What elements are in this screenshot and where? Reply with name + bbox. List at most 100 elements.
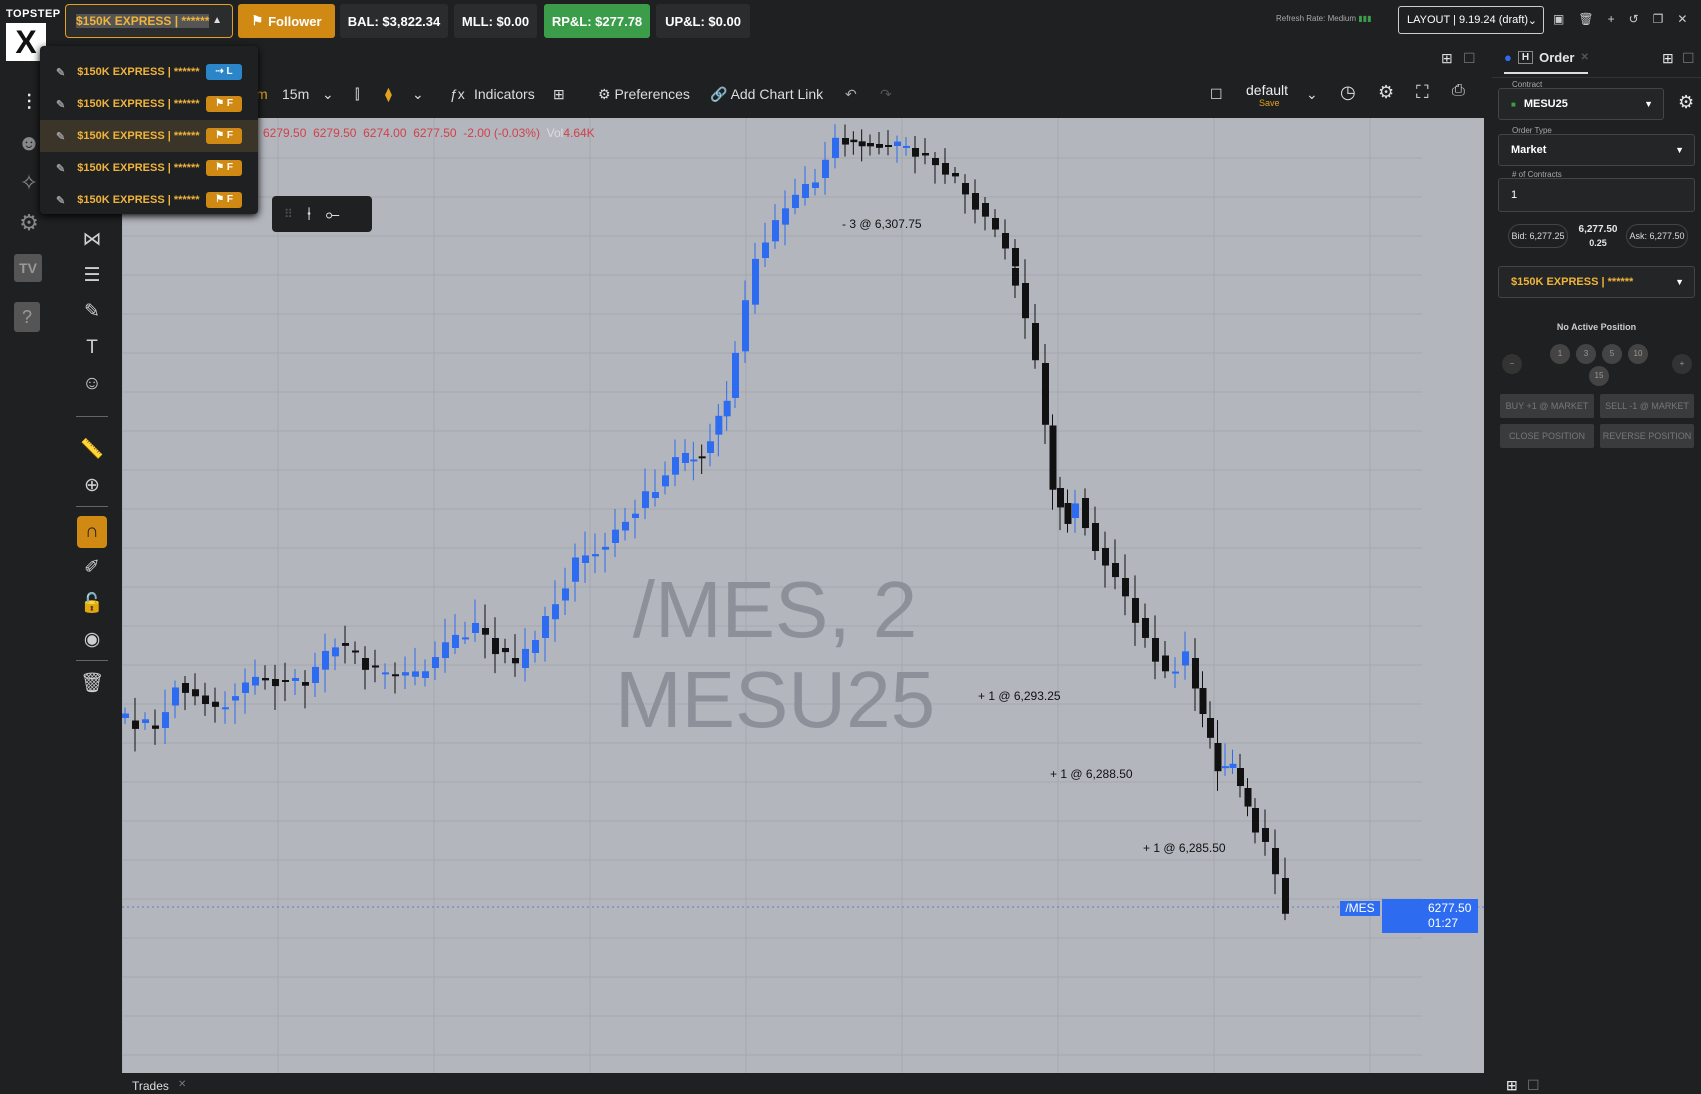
save-icon[interactable]: ▣	[1553, 12, 1564, 26]
gear-icon[interactable]: ⚙	[1678, 92, 1694, 113]
template-selector[interactable]: default	[1246, 82, 1288, 98]
replay-icon[interactable]: ◷	[1340, 82, 1356, 103]
help-icon[interactable]: ?	[14, 302, 40, 332]
candle-body	[322, 650, 329, 670]
follower-button[interactable]: ⚑ Follower	[238, 4, 335, 38]
drag-handle-icon[interactable]: ⠿	[284, 207, 293, 221]
close-icon[interactable]: ✕	[1677, 12, 1687, 26]
layout-selector[interactable]: LAYOUT | 9.19.24 (draft) ⌄	[1398, 6, 1544, 34]
close-icon[interactable]: ✕	[1581, 52, 1589, 63]
trades-tab[interactable]: Trades	[132, 1079, 169, 1093]
eye-icon[interactable]: ◉	[72, 624, 112, 656]
plus-icon[interactable]: ⊞	[1662, 50, 1674, 67]
emoji-tool-icon[interactable]: ☺	[72, 368, 112, 400]
camera-icon[interactable]: ⎙	[1452, 82, 1465, 100]
checkbox-icon[interactable]: ☐	[1210, 86, 1223, 103]
plus-icon[interactable]: +	[1672, 354, 1692, 374]
qty-option-label: 15	[1594, 371, 1604, 380]
chevron-down-icon[interactable]: ⌄	[1306, 86, 1318, 103]
undo-icon[interactable]: ↶	[845, 86, 857, 103]
pencil-icon[interactable]: ✎	[56, 130, 65, 143]
account-option-label: $150K EXPRESS | ******	[77, 66, 200, 78]
buy-market-button[interactable]: BUY +1 @ MARKET	[1500, 394, 1594, 418]
account-option[interactable]: ✎ $150K EXPRESS | ****** ⚑ F	[40, 120, 258, 152]
magnet-icon[interactable]: ∩	[77, 516, 107, 548]
pencil-icon[interactable]: ✎	[56, 98, 65, 111]
zoom-in-icon[interactable]: ⊕	[72, 470, 112, 502]
lock-draw-icon[interactable]: ✐	[72, 552, 112, 584]
maximize-icon[interactable]: ☐	[1527, 1077, 1540, 1094]
close-icon[interactable]: ✕	[178, 1079, 186, 1090]
candle-body	[1057, 488, 1064, 508]
account-option[interactable]: ✎ $150K EXPRESS | ****** ⇢ L	[40, 56, 258, 88]
candle-body	[492, 638, 499, 655]
candle-body	[1262, 828, 1269, 842]
pencil-icon[interactable]: ✎	[56, 162, 65, 175]
account-selector[interactable]: $150K EXPRESS | ****** ▲	[65, 4, 233, 38]
qty-option[interactable]: 3	[1576, 344, 1596, 364]
chevron-down-icon[interactable]: ⌄	[412, 86, 424, 103]
add-chart-link-button[interactable]: 🔗 Add Chart Link	[710, 86, 823, 103]
pencil-icon[interactable]: ✎	[56, 194, 65, 207]
fib-tool-icon[interactable]: ☰	[72, 260, 112, 292]
qty-option[interactable]: 15	[1589, 366, 1609, 386]
candle-body	[242, 682, 249, 693]
candle-body	[272, 679, 279, 687]
close-position-label: CLOSE POSITION	[1508, 431, 1586, 441]
fullscreen-icon[interactable]: ⛶	[1416, 82, 1429, 103]
candle-body	[662, 475, 669, 487]
plus-icon[interactable]: ⊞	[1506, 1077, 1518, 1094]
trash-icon[interactable]: 🗑	[72, 668, 112, 700]
candles-icon[interactable]: ⧫	[385, 86, 392, 103]
reverse-position-button[interactable]: REVERSE POSITION	[1600, 424, 1694, 448]
plus-icon[interactable]: +	[1608, 12, 1615, 26]
minus-icon[interactable]: −	[1502, 354, 1522, 374]
horizontal-ray-icon[interactable]: ⟜	[325, 204, 339, 225]
grid-icon[interactable]: ⊞	[553, 86, 565, 103]
indicators-button[interactable]: Indicators	[474, 86, 535, 102]
trash-icon[interactable]: 🗑	[1578, 12, 1593, 26]
window-icon[interactable]: ❐	[1653, 12, 1664, 26]
account-option[interactable]: ✎ $150K EXPRESS | ****** ⚑ F	[40, 152, 258, 184]
candle-body	[682, 452, 689, 463]
contracts-input[interactable]: 1	[1498, 178, 1695, 212]
candle-body	[1002, 233, 1009, 249]
template-save[interactable]: Save	[1259, 98, 1280, 108]
interval-selector[interactable]: 15m	[282, 86, 309, 102]
maximize-icon[interactable]: ☐	[1463, 50, 1476, 67]
order-account-select[interactable]: $150K EXPRESS | ****** ▼	[1498, 266, 1695, 298]
unlock-icon[interactable]: 🔓	[72, 588, 112, 620]
qty-option-label: 10	[1633, 349, 1643, 358]
close-position-button[interactable]: CLOSE POSITION	[1500, 424, 1594, 448]
chevron-down-icon[interactable]: ⌄	[322, 86, 334, 103]
pattern-tool-icon[interactable]: ⋈	[72, 224, 112, 256]
preferences-button[interactable]: ⚙ Preferences	[598, 86, 690, 103]
bar-type-icon[interactable]: ⫿	[355, 86, 359, 103]
maximize-icon[interactable]: ☐	[1682, 50, 1695, 67]
qty-option[interactable]: 10	[1628, 344, 1648, 364]
tab-underline	[1504, 72, 1588, 74]
pencil-icon[interactable]: ✎	[56, 66, 65, 79]
ruler-icon[interactable]: 📏	[72, 434, 112, 466]
candle-body	[202, 695, 209, 705]
text-tool-icon[interactable]: T	[72, 332, 112, 364]
qty-option[interactable]: 1	[1550, 344, 1570, 364]
plus-icon[interactable]: ⊞	[1441, 50, 1453, 67]
undo-icon[interactable]: ↺	[1629, 12, 1639, 26]
wifi-icon: ▮▮▮	[1358, 14, 1372, 23]
contract-select[interactable]: ■ MESU25 ▼	[1498, 88, 1664, 120]
order-type-select[interactable]: Market ▼	[1498, 134, 1695, 166]
divider	[76, 506, 108, 507]
account-option[interactable]: ✎ $150K EXPRESS | ****** ⚑ F	[40, 184, 258, 216]
account-option[interactable]: ✎ $150K EXPRESS | ****** ⚑ F	[40, 88, 258, 120]
candle-body	[922, 153, 929, 156]
redo-icon[interactable]: ↷	[880, 86, 892, 103]
brush-tool-icon[interactable]: ✎	[72, 296, 112, 328]
tv-icon[interactable]: TV	[14, 254, 42, 282]
sell-market-button[interactable]: SELL -1 @ MARKET	[1600, 394, 1694, 418]
settings-icon[interactable]: ⚙	[1378, 82, 1394, 103]
anchor-icon[interactable]: ⍿	[307, 204, 312, 225]
candle-body	[462, 637, 469, 640]
order-tab[interactable]: ● H Order ✕	[1504, 50, 1589, 65]
qty-option[interactable]: 5	[1602, 344, 1622, 364]
